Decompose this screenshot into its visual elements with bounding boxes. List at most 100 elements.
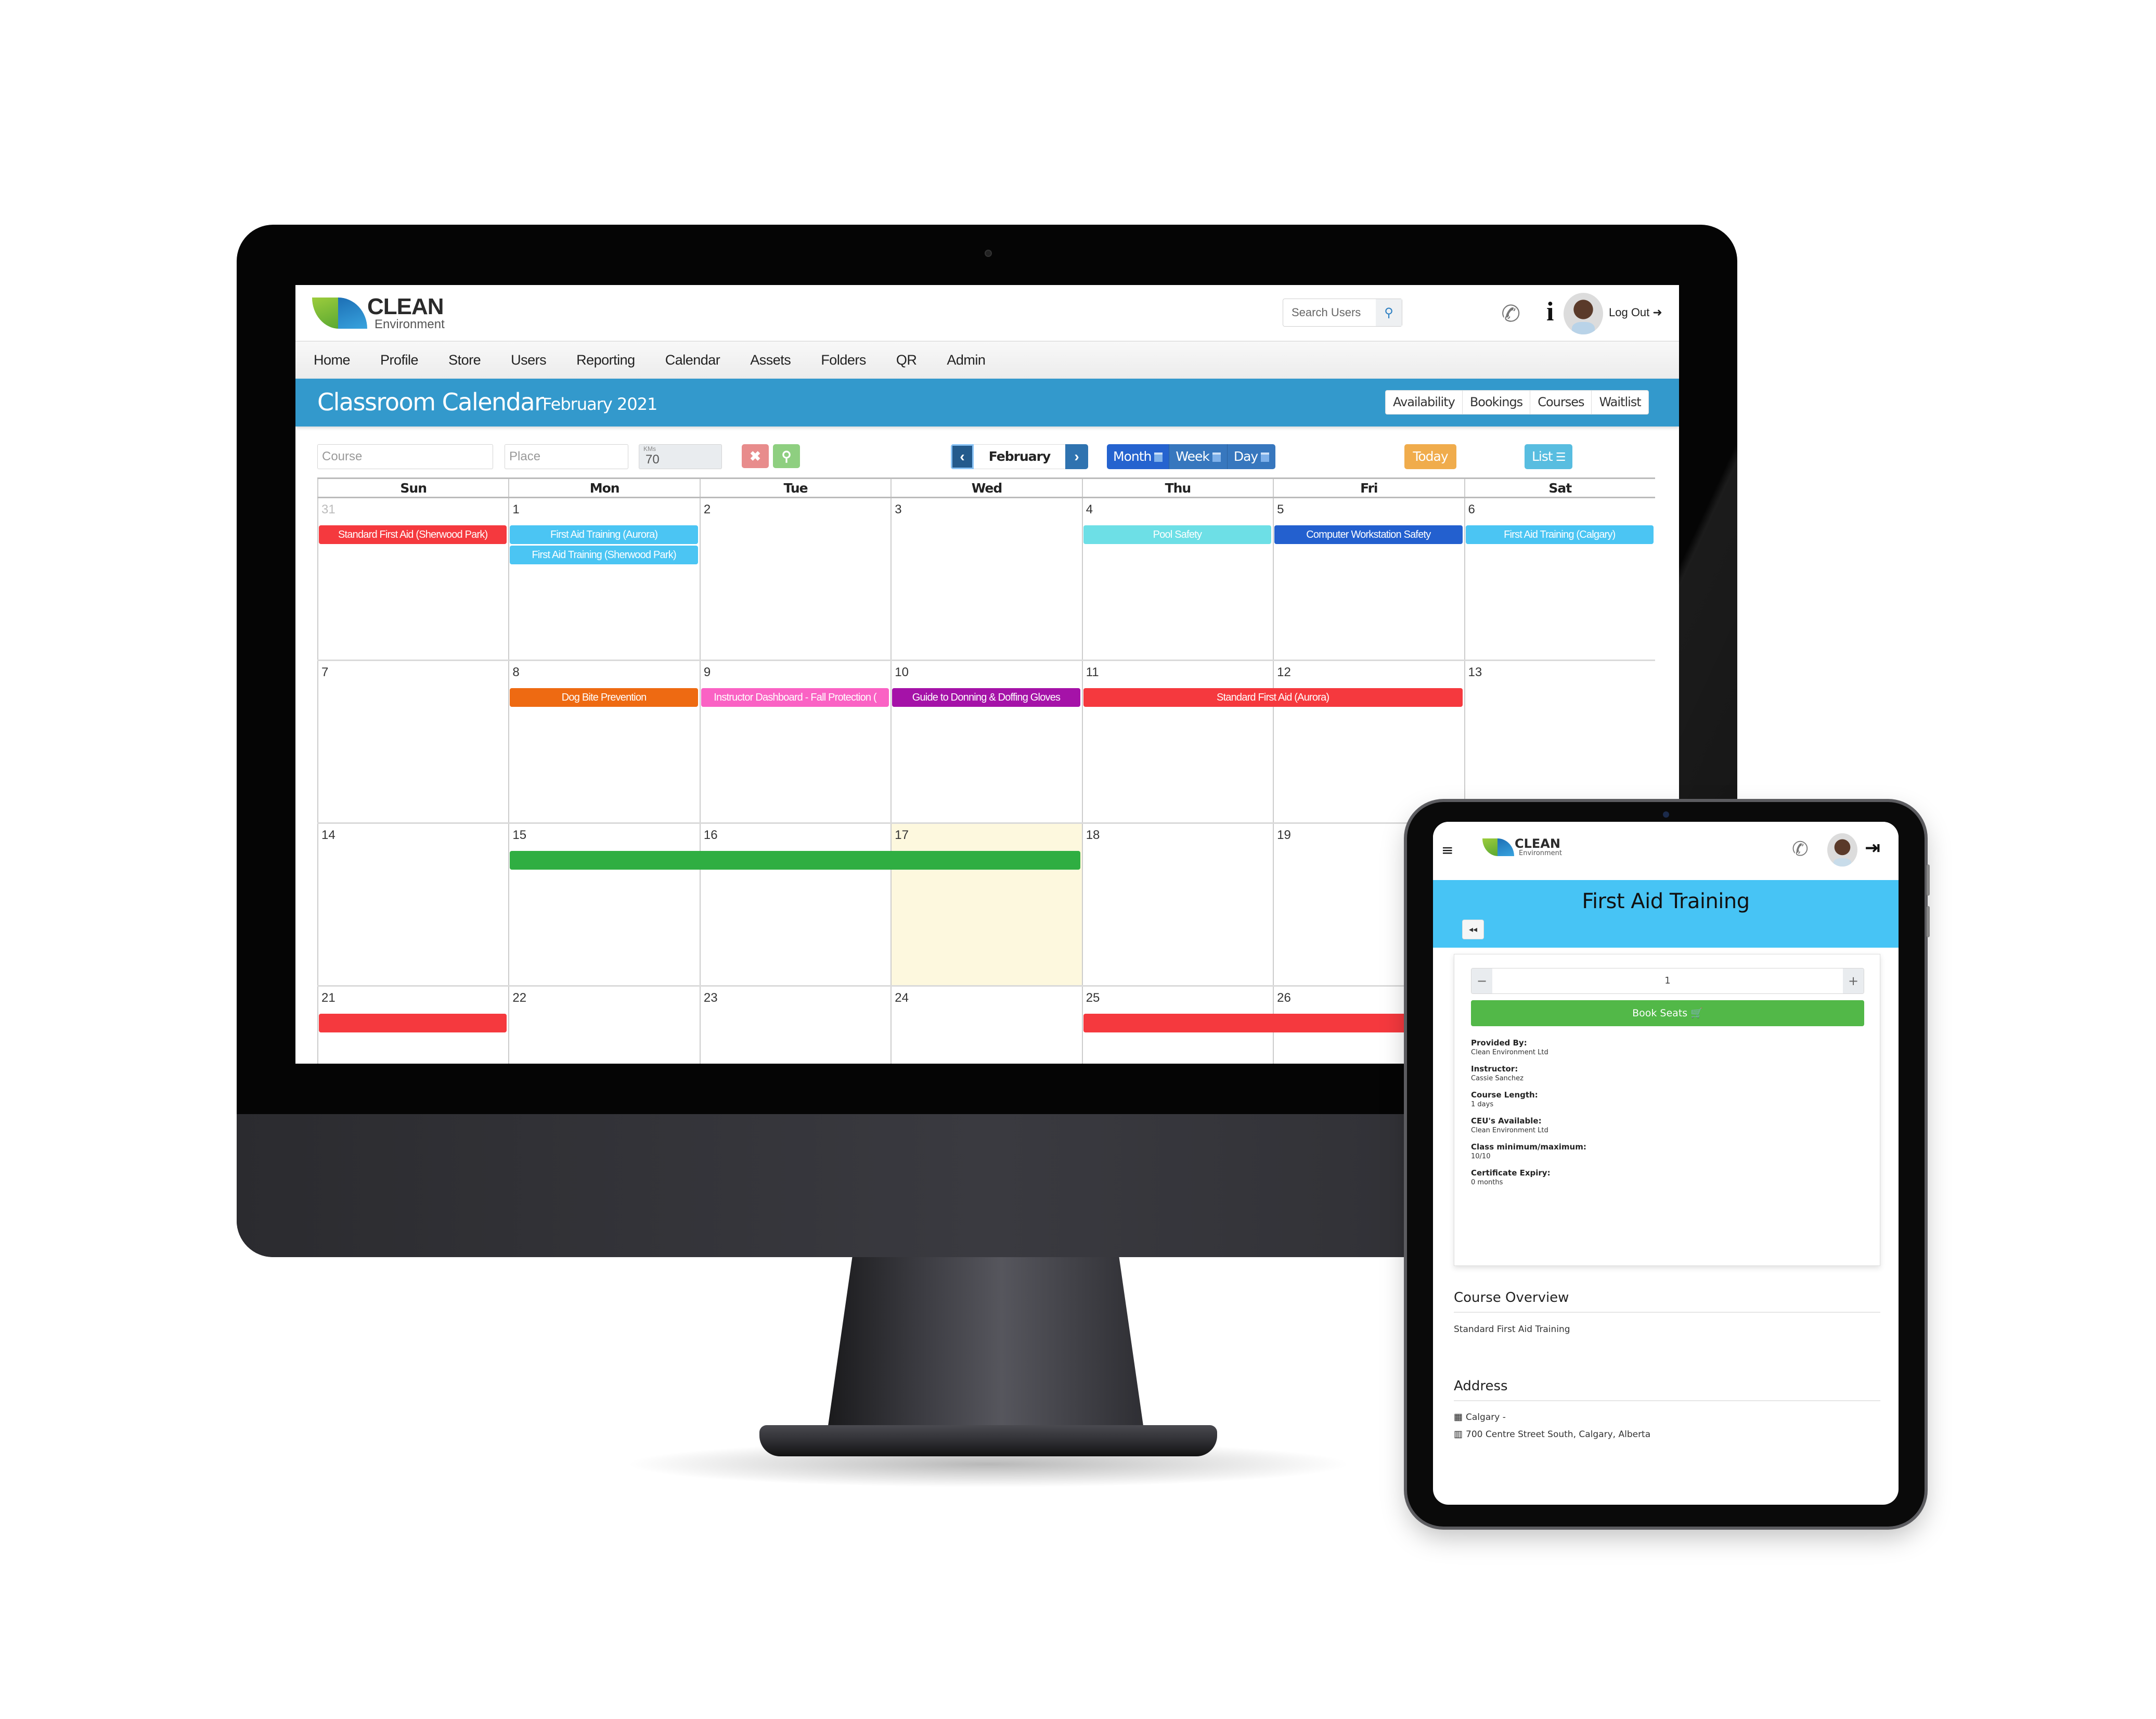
calendar-day-cell[interactable]: 23 xyxy=(699,987,890,1064)
calendar-event[interactable]: Computer Workstation Safety xyxy=(1274,525,1463,544)
view-month-button[interactable]: Month xyxy=(1107,444,1170,469)
calendar-day-cell[interactable]: 13 xyxy=(1464,661,1655,822)
prev-month-button[interactable]: ‹ xyxy=(951,444,974,469)
course-filter-input[interactable]: Course xyxy=(317,444,493,469)
phone-icon[interactable]: ✆ xyxy=(1499,299,1522,329)
view-week-button[interactable]: Week xyxy=(1169,444,1228,469)
course-banner: First Aid Training ◂◂ xyxy=(1433,880,1899,948)
clear-filters-button[interactable]: ✖ xyxy=(742,444,769,468)
tab-bookings[interactable]: Bookings xyxy=(1463,391,1531,414)
nav-calendar[interactable]: Calendar xyxy=(665,352,720,368)
calendar-day-cell[interactable]: 7 xyxy=(317,661,508,822)
book-seats-button[interactable]: Book Seats 🛒 xyxy=(1471,1000,1864,1026)
booking-card: − + Book Seats 🛒 Provided By: Clean Envi… xyxy=(1454,954,1880,1266)
calendar-day-cell[interactable]: 31 xyxy=(317,498,508,660)
list-mode-label: List xyxy=(1532,449,1553,464)
day-number: 2 xyxy=(703,502,711,516)
kms-filter-input[interactable]: KMs 70 xyxy=(639,444,722,469)
next-month-button[interactable]: › xyxy=(1065,444,1088,469)
calendar-day-cell[interactable]: 16 xyxy=(699,824,890,985)
hamburger-menu-icon[interactable]: ≡ xyxy=(1441,842,1453,859)
list-mode-button[interactable]: List ☰ xyxy=(1525,444,1573,469)
calendar-event[interactable]: First Aid Training (Sherwood Park) xyxy=(510,546,698,564)
monitor-camera xyxy=(985,250,992,257)
calendar-day-cell[interactable]: 2 xyxy=(699,498,890,660)
brand-logo[interactable]: CLEAN Environment xyxy=(312,295,445,331)
calendar-day-cell[interactable]: 9 xyxy=(699,661,890,822)
calendar-event[interactable]: Instructor Dashboard - Fall Protection ( xyxy=(701,688,889,707)
day-number: 23 xyxy=(703,991,718,1005)
calendar-day-cell[interactable]: 1 xyxy=(508,498,699,660)
calendar-event[interactable]: First Aid Training (Calgary) xyxy=(1465,525,1654,544)
back-button[interactable]: ◂◂ xyxy=(1462,920,1484,939)
brand-logo[interactable]: CLEAN Environment xyxy=(1482,837,1562,857)
phone-icon[interactable]: ✆ xyxy=(1792,837,1809,860)
calendar-day-cell[interactable]: 11 xyxy=(1081,661,1273,822)
tablet-side-button xyxy=(1927,864,1930,896)
increment-button[interactable]: + xyxy=(1843,968,1864,993)
calendar-day-cell[interactable]: 18 xyxy=(1081,824,1273,985)
nav-users[interactable]: Users xyxy=(511,352,547,368)
calendar-day-cell[interactable]: 10 xyxy=(890,661,1081,822)
nav-store[interactable]: Store xyxy=(448,352,481,368)
day-number: 22 xyxy=(512,991,527,1005)
today-button[interactable]: Today xyxy=(1404,444,1456,469)
calendar-day-cell[interactable]: 15 xyxy=(508,824,699,985)
day-number: 24 xyxy=(895,991,909,1005)
app-header: CLEAN Environment ⚲ ✆ i Log Out ➜ xyxy=(295,285,1679,341)
calendar-event[interactable] xyxy=(319,1014,507,1032)
calendar-event[interactable]: Guide to Donning & Doffing Gloves xyxy=(892,688,1080,707)
calendar-event[interactable] xyxy=(510,851,1080,870)
address-heading: Address xyxy=(1454,1378,1880,1401)
calendar-icon xyxy=(1212,453,1221,462)
calendar-day-cell[interactable]: 22 xyxy=(508,987,699,1064)
display-mode-switcher: Calendar☰ List☰ xyxy=(1525,444,1573,469)
calendar-event[interactable]: Dog Bite Prevention xyxy=(510,688,698,707)
nav-reporting[interactable]: Reporting xyxy=(576,352,635,368)
tablet-screen: ≡ CLEAN Environment ✆ ⇥ First Aid Traini… xyxy=(1433,822,1899,1505)
tablet: ≡ CLEAN Environment ✆ ⇥ First Aid Traini… xyxy=(1407,802,1930,1527)
brand-tagline: Environment xyxy=(1519,849,1563,857)
monitor-stand-base xyxy=(759,1425,1217,1456)
nav-qr[interactable]: QR xyxy=(896,352,917,368)
search-button[interactable]: ⚲ xyxy=(1376,299,1402,326)
nav-assets[interactable]: Assets xyxy=(750,352,791,368)
calendar-event[interactable]: First Aid Training (Aurora) xyxy=(510,525,698,544)
day-number: 3 xyxy=(895,502,902,516)
detail-value: 0 months xyxy=(1471,1179,1503,1186)
nav-home[interactable]: Home xyxy=(314,352,351,368)
view-day-button[interactable]: Day xyxy=(1227,444,1276,469)
search-users-input[interactable] xyxy=(1283,299,1376,326)
quantity-input[interactable] xyxy=(1492,968,1843,993)
nav-folders[interactable]: Folders xyxy=(821,352,866,368)
calendar-day-cell[interactable]: 17 xyxy=(890,824,1082,985)
logout-link[interactable]: Log Out ➜ xyxy=(1609,306,1662,319)
calendar-day-cell[interactable]: 3 xyxy=(890,498,1081,660)
tab-courses[interactable]: Courses xyxy=(1530,391,1592,414)
calendar-day-cell[interactable]: 5 xyxy=(1273,498,1464,660)
apply-filters-button[interactable]: ⚲ xyxy=(773,444,800,468)
user-avatar[interactable] xyxy=(1827,833,1857,867)
info-icon[interactable]: i xyxy=(1546,296,1554,327)
calendar-event[interactable]: Standard First Aid (Sherwood Park) xyxy=(319,525,507,544)
calendar-day-cell[interactable]: 24 xyxy=(890,987,1081,1064)
decrement-button[interactable]: − xyxy=(1471,968,1492,993)
detail-value: 1 days xyxy=(1471,1101,1494,1108)
calendar-day-cell[interactable]: 8 xyxy=(508,661,699,822)
calendar-event[interactable]: Pool Safety xyxy=(1083,525,1272,544)
tab-availability[interactable]: Availability xyxy=(1386,391,1463,414)
classroom-icon: ▦ xyxy=(1454,1412,1463,1423)
street-address[interactable]: 700 Centre Street South, Calgary, Albert… xyxy=(1466,1429,1650,1440)
nav-profile[interactable]: Profile xyxy=(380,352,419,368)
calendar-day-cell[interactable]: 12 xyxy=(1273,661,1464,822)
place-filter-input[interactable]: Place xyxy=(505,444,628,469)
weekday-label: Mon xyxy=(508,479,699,497)
calendar-day-cell[interactable]: 4 xyxy=(1081,498,1273,660)
calendar-day-cell[interactable]: 14 xyxy=(317,824,508,985)
tab-waitlist[interactable]: Waitlist xyxy=(1592,391,1648,414)
logout-icon[interactable]: ⇥ xyxy=(1865,837,1880,859)
calendar-day-cell[interactable]: 6 xyxy=(1464,498,1655,660)
nav-admin[interactable]: Admin xyxy=(947,352,986,368)
calendar-event[interactable]: Standard First Aid (Aurora) xyxy=(1083,688,1463,707)
user-avatar[interactable] xyxy=(1564,293,1603,334)
